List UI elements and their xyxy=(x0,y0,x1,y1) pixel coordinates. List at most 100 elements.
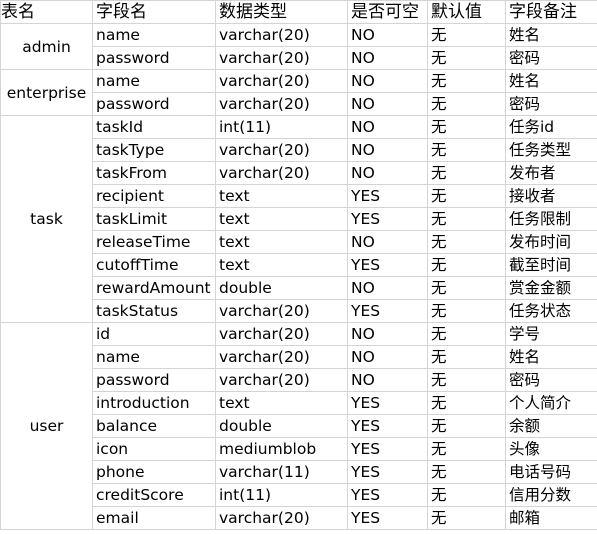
field-name-cell: balance xyxy=(92,414,216,438)
data-type-cell: text xyxy=(215,253,348,277)
nullable-cell: NO xyxy=(347,46,428,70)
nullable-cell: NO xyxy=(347,368,428,392)
field-name-cell: name xyxy=(92,23,216,47)
remark-cell: 任务状态 xyxy=(505,299,597,323)
field-name-cell: recipient xyxy=(92,184,216,208)
field-name-cell: introduction xyxy=(92,391,216,415)
nullable-cell: NO xyxy=(347,115,428,139)
remark-cell: 接收者 xyxy=(505,184,597,208)
header-row: 表名 字段名 数据类型 是否可空 默认值 字段备注 xyxy=(0,0,597,24)
data-type-cell: varchar(20) xyxy=(215,92,348,116)
default-cell: 无 xyxy=(427,161,506,185)
remark-cell: 邮箱 xyxy=(505,506,597,530)
default-cell: 无 xyxy=(427,414,506,438)
table-body: admin name varchar(20) NO 无姓名 password varchar… xyxy=(0,23,597,530)
nullable-cell: NO xyxy=(347,69,428,93)
default-cell: 无 xyxy=(427,23,506,47)
nullable-cell: YES xyxy=(347,207,428,231)
data-type-cell: text xyxy=(215,207,348,231)
default-cell: 无 xyxy=(427,138,506,162)
nullable-cell: NO xyxy=(347,322,428,346)
nullable-cell: YES xyxy=(347,437,428,461)
field-name-cell: taskId xyxy=(92,115,216,139)
data-type-cell: int(11) xyxy=(215,115,348,139)
default-cell: 无 xyxy=(427,345,506,369)
field-name-cell: password xyxy=(92,368,216,392)
data-type-cell: text xyxy=(215,230,348,254)
nullable-cell: NO xyxy=(347,276,428,300)
remark-cell: 个人简介 xyxy=(505,391,597,415)
field-name-cell: id xyxy=(92,322,216,346)
data-type-cell: double xyxy=(215,414,348,438)
data-type-cell: varchar(20) xyxy=(215,46,348,70)
nullable-cell: YES xyxy=(347,184,428,208)
remark-cell: 任务id xyxy=(505,115,597,139)
remark-cell: 发布时间 xyxy=(505,230,597,254)
default-cell: 无 xyxy=(427,230,506,254)
field-name-cell: rewardAmount xyxy=(92,276,216,300)
field-name-cell: taskType xyxy=(92,138,216,162)
default-cell: 无 xyxy=(427,207,506,231)
field-name-cell: releaseTime xyxy=(92,230,216,254)
default-cell: 无 xyxy=(427,460,506,484)
remark-cell: 电话号码 xyxy=(505,460,597,484)
default-cell: 无 xyxy=(427,391,506,415)
default-cell: 无 xyxy=(427,92,506,116)
field-name-cell: icon xyxy=(92,437,216,461)
remark-cell: 姓名 xyxy=(505,345,597,369)
data-type-cell: varchar(20) xyxy=(215,161,348,185)
nullable-cell: YES xyxy=(347,299,428,323)
field-name-cell: password xyxy=(92,92,216,116)
remark-cell: 姓名 xyxy=(505,69,597,93)
remark-cell: 密码 xyxy=(505,46,597,70)
table-name-cell: task xyxy=(0,115,93,323)
default-cell: 无 xyxy=(427,253,506,277)
table-row: task taskId int(11) NO 无任务id xyxy=(0,115,597,323)
nullable-cell: NO xyxy=(347,230,428,254)
remark-cell: 任务类型 xyxy=(505,138,597,162)
remark-cell: 学号 xyxy=(505,322,597,346)
default-cell: 无 xyxy=(427,184,506,208)
header-field-name: 字段名 xyxy=(92,0,216,24)
nullable-cell: YES xyxy=(347,483,428,507)
remark-cell: 发布者 xyxy=(505,161,597,185)
remark-cell: 赏金金额 xyxy=(505,276,597,300)
data-type-cell: int(11) xyxy=(215,483,348,507)
header-table-name: 表名 xyxy=(0,0,93,24)
field-name-cell: taskStatus xyxy=(92,299,216,323)
data-type-cell: varchar(20) xyxy=(215,299,348,323)
default-cell: 无 xyxy=(427,368,506,392)
default-cell: 无 xyxy=(427,437,506,461)
field-name-cell: taskLimit xyxy=(92,207,216,231)
data-type-cell: varchar(20) xyxy=(215,368,348,392)
data-type-cell: varchar(20) xyxy=(215,345,348,369)
data-type-cell: varchar(20) xyxy=(215,138,348,162)
table-row: admin name varchar(20) NO 无姓名 xyxy=(0,23,597,70)
nullable-cell: NO xyxy=(347,92,428,116)
header-default: 默认值 xyxy=(427,0,506,24)
default-cell: 无 xyxy=(427,506,506,530)
nullable-cell: YES xyxy=(347,414,428,438)
data-type-cell: varchar(20) xyxy=(215,506,348,530)
remark-cell: 头像 xyxy=(505,437,597,461)
field-name-cell: cutoffTime xyxy=(92,253,216,277)
default-cell: 无 xyxy=(427,322,506,346)
field-name-cell: password xyxy=(92,46,216,70)
table-row: enterprise name varchar(20) NO 无姓名 xyxy=(0,69,597,116)
schema-table: 表名 字段名 数据类型 是否可空 默认值 字段备注 admin name varch… xyxy=(0,0,597,530)
nullable-cell: YES xyxy=(347,253,428,277)
default-cell: 无 xyxy=(427,46,506,70)
header-data-type: 数据类型 xyxy=(215,0,348,24)
data-type-cell: double xyxy=(215,276,348,300)
default-cell: 无 xyxy=(427,299,506,323)
table-name-cell: enterprise xyxy=(0,69,93,116)
nullable-cell: NO xyxy=(347,161,428,185)
default-cell: 无 xyxy=(427,69,506,93)
data-type-cell: varchar(20) xyxy=(215,322,348,346)
remark-cell: 余额 xyxy=(505,414,597,438)
data-type-cell: varchar(20) xyxy=(215,69,348,93)
remark-cell: 截至时间 xyxy=(505,253,597,277)
field-name-cell: name xyxy=(92,69,216,93)
default-cell: 无 xyxy=(427,276,506,300)
nullable-cell: YES xyxy=(347,391,428,415)
